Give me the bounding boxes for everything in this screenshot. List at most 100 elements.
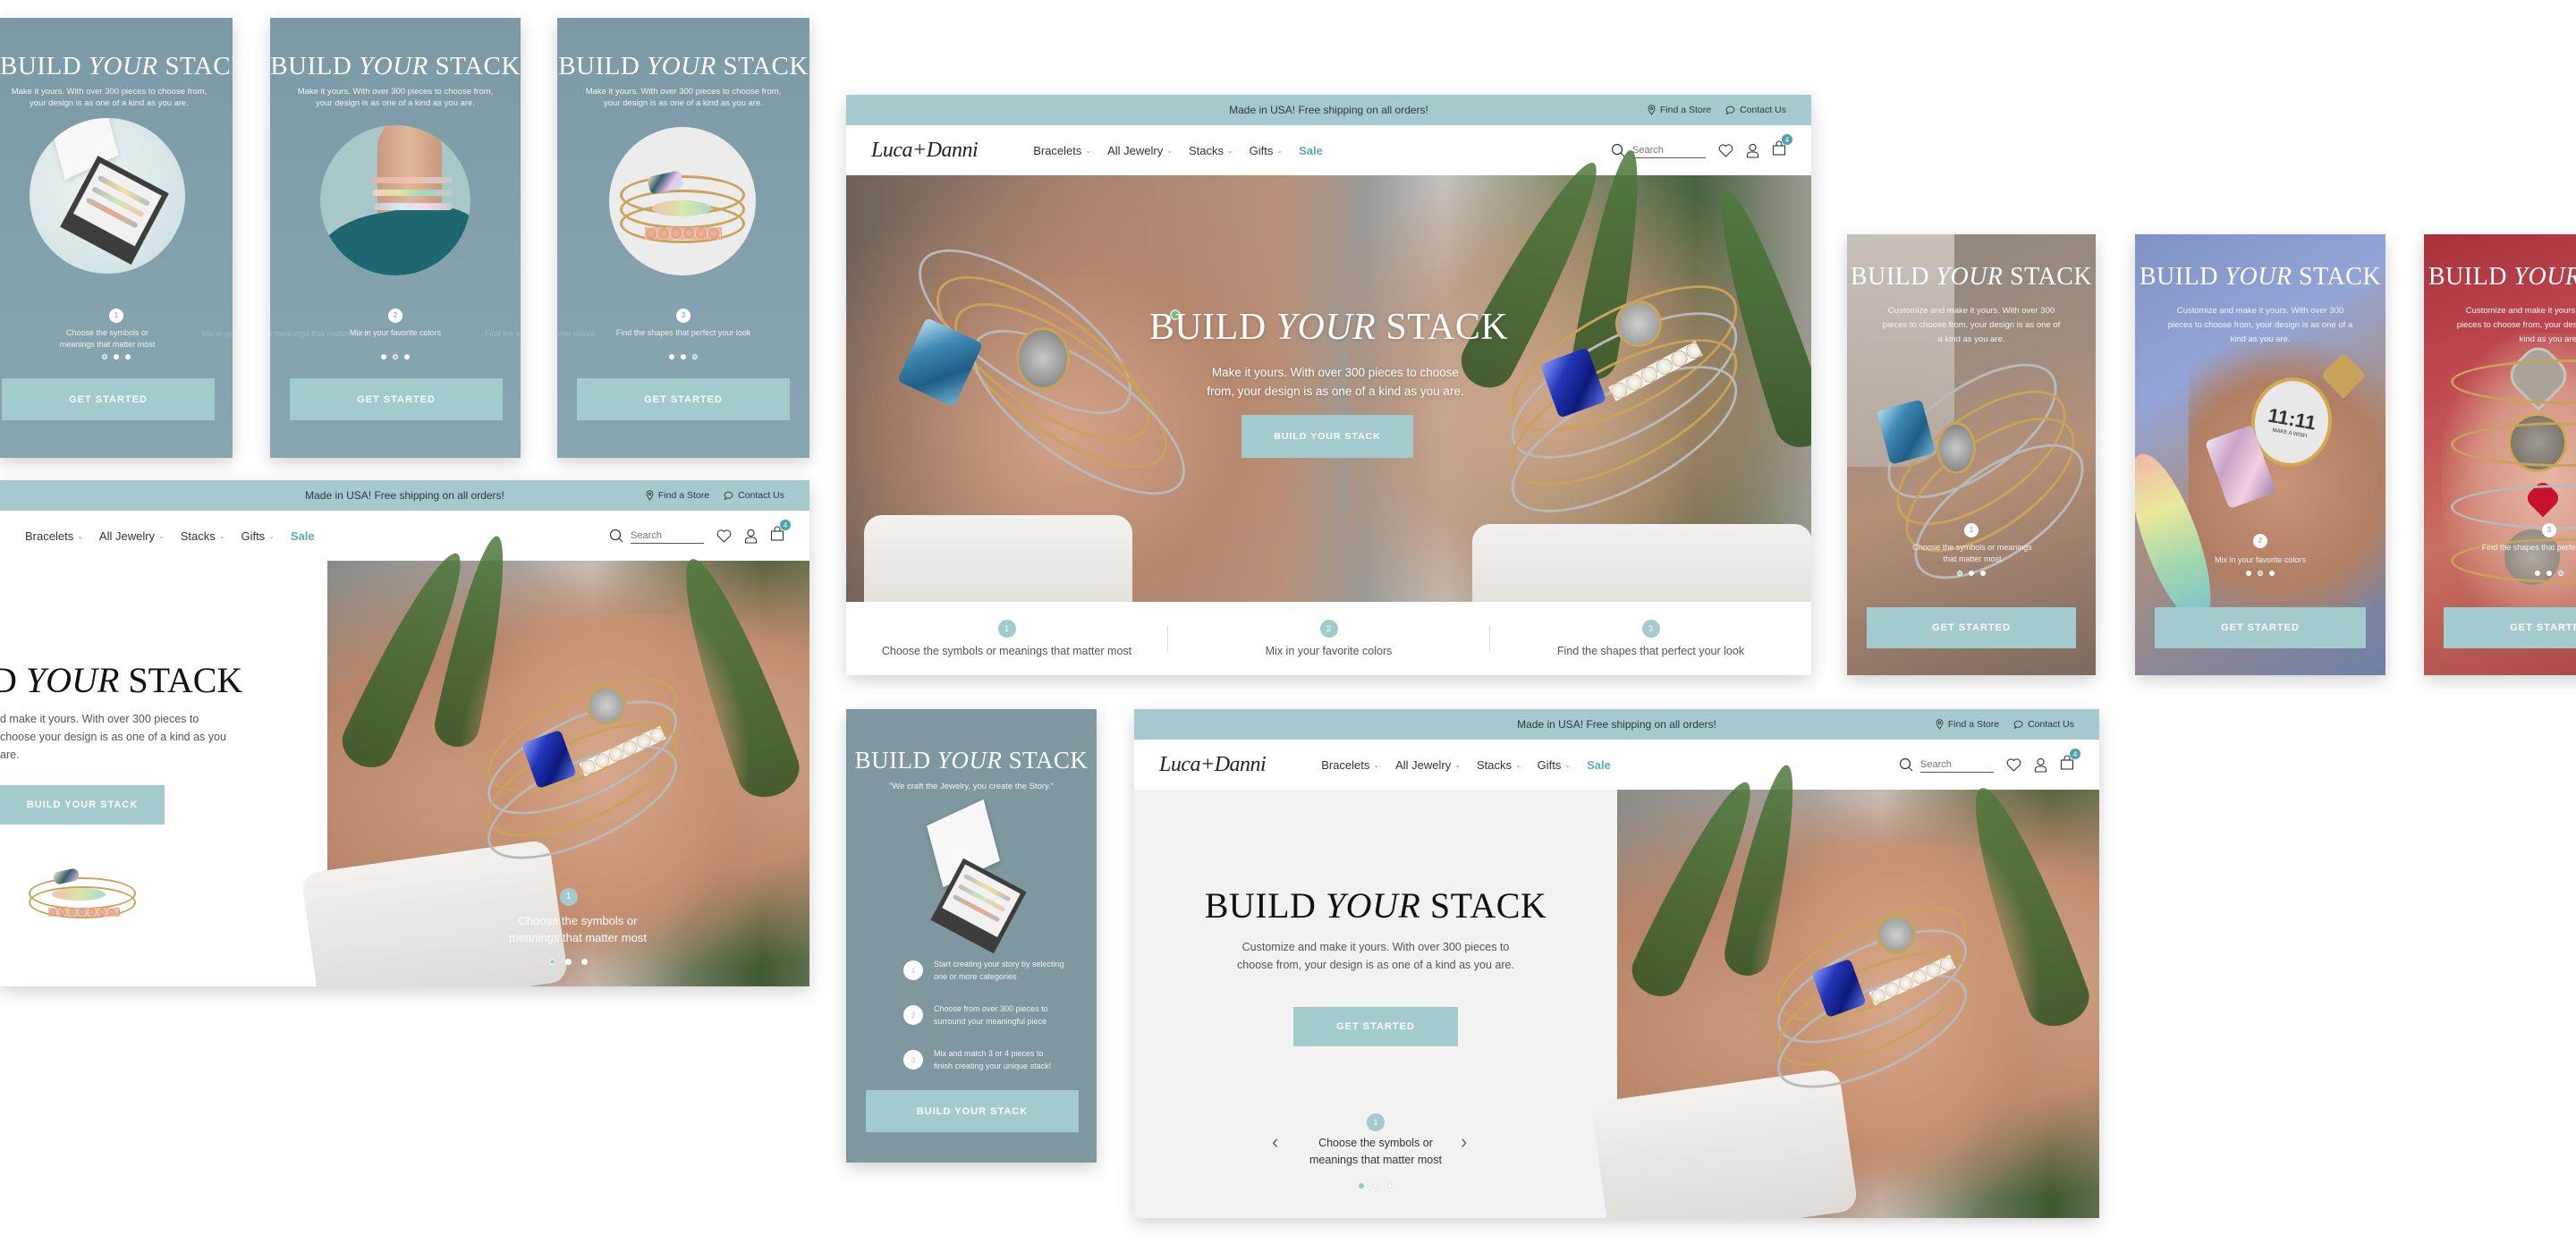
step-number: 1 — [1367, 1113, 1385, 1131]
step-number: 2 — [2253, 533, 2267, 548]
nav-item-stacks[interactable]: Stacks ⌄ — [1477, 758, 1521, 772]
brand-logo[interactable]: Luca+Danni — [871, 139, 979, 163]
carousel-dot-2[interactable] — [2258, 571, 2263, 576]
nav-item-stacks[interactable]: Stacks ⌄ — [181, 529, 225, 543]
user-icon[interactable] — [1746, 143, 1759, 158]
carousel-dot-1[interactable] — [102, 354, 107, 360]
step-text: Find the shapes that perfect your look — [615, 328, 751, 337]
carousel-dot-1[interactable] — [2246, 571, 2251, 576]
carousel-dot-2[interactable] — [393, 354, 398, 360]
carousel-dot-1[interactable] — [669, 354, 674, 360]
step-number: 1 — [997, 620, 1016, 638]
chevron-down-icon: ⌄ — [1276, 146, 1284, 155]
chevron-down-icon: ⌄ — [1514, 760, 1521, 769]
quote: "We craft the Jewelry, you create the St… — [888, 782, 1055, 791]
carousel-dot-2[interactable] — [565, 959, 572, 965]
carousel-dot-3[interactable] — [125, 354, 131, 360]
cart-button[interactable]: 4 — [770, 520, 791, 546]
step-text: Choose from over 300 pieces to surround … — [934, 1004, 1048, 1026]
nav-item-all-jewelry[interactable]: All Jewelry ⌄ — [1395, 758, 1461, 772]
find-store-link[interactable]: Find a Store — [1936, 719, 1999, 730]
carousel-dot-3[interactable] — [1387, 1183, 1393, 1189]
step-number: 2 — [388, 308, 402, 323]
carousel-dot-1[interactable] — [1359, 1183, 1364, 1189]
heart-icon[interactable] — [1718, 143, 1733, 157]
carousel-dot-1[interactable] — [2535, 571, 2540, 576]
search-icon[interactable] — [609, 529, 623, 543]
build-your-stack-button[interactable]: BUILD YOUR STACK — [1241, 415, 1413, 458]
next-slide-preview: Mix in your favorite colors — [201, 329, 233, 338]
search-icon[interactable] — [1899, 757, 1913, 772]
build-your-stack-button[interactable]: BUILD YOUR STACK — [0, 785, 165, 825]
carousel-dot-2[interactable] — [681, 354, 686, 360]
carousel-dot-3[interactable] — [2558, 571, 2563, 576]
main-navbar: Luca+Danni Bracelets ⌄ All Jewelry ⌄ Stack… — [846, 125, 1811, 175]
carousel-dot-2[interactable] — [2546, 571, 2552, 576]
contact-us-link[interactable]: Contact Us — [2013, 719, 2074, 730]
carousel-dot-2[interactable] — [114, 354, 119, 360]
nav-item-all-jewelry[interactable]: All Jewelry ⌄ — [99, 529, 165, 543]
get-started-button[interactable]: GET STARTED — [577, 378, 790, 420]
get-started-button[interactable]: GET STARTED — [2444, 607, 2576, 648]
carousel-dot-1[interactable] — [549, 959, 555, 965]
nav-item-gifts[interactable]: Gifts ⌄ — [1538, 758, 1571, 772]
announcement-text: Made in USA! Free shipping on all orders… — [1229, 104, 1428, 116]
carousel-dot-1[interactable] — [381, 354, 386, 360]
nav-item-sale[interactable]: Sale — [291, 529, 315, 543]
carousel-prev-arrow[interactable]: ‹ — [1272, 1130, 1278, 1154]
contact-us-link[interactable]: Contact Us — [1725, 105, 1786, 115]
compass-charm — [1877, 915, 1916, 954]
main-nav: Bracelets ⌄ All Jewelry ⌄ Stacks ⌄ Gifts ⌄ S… — [1321, 758, 1611, 772]
find-store-link[interactable]: Find a Store — [1648, 105, 1711, 115]
carousel-dot-1[interactable] — [1957, 571, 1962, 576]
search-input[interactable] — [1632, 142, 1706, 158]
cart-button[interactable]: 4 — [2060, 749, 2080, 774]
step-number: 1 — [559, 887, 578, 906]
chevron-down-icon: ⌄ — [158, 531, 165, 540]
hero-title: BUILD YOUR STACK — [1850, 263, 2093, 291]
carousel-dot-3[interactable] — [2269, 571, 2275, 576]
step-text: Start creating your story by selecting o… — [934, 960, 1064, 981]
search-input[interactable] — [631, 528, 704, 544]
get-started-button[interactable]: GET STARTED — [1293, 1007, 1458, 1046]
map-pin-icon — [1936, 719, 1944, 730]
heart-icon[interactable] — [2006, 757, 2021, 772]
carousel-next-arrow[interactable]: › — [1461, 1130, 1467, 1154]
carousel-dot-3[interactable] — [692, 354, 698, 360]
get-started-button[interactable]: GET STARTED — [1867, 607, 2076, 648]
nav-item-all-jewelry[interactable]: All Jewelry ⌄ — [1107, 144, 1173, 157]
nav-item-sale[interactable]: Sale — [1299, 144, 1323, 157]
get-started-button[interactable]: GET STARTED — [290, 378, 503, 420]
user-icon[interactable] — [2034, 757, 2047, 773]
map-pin-icon — [646, 490, 654, 501]
get-started-button[interactable]: GET STARTED — [2, 378, 215, 420]
build-your-stack-button[interactable]: BUILD YOUR STACK — [866, 1090, 1079, 1132]
nav-item-bracelets[interactable]: Bracelets ⌄ — [1321, 758, 1379, 772]
search-input[interactable] — [1920, 757, 1994, 773]
brand-logo[interactable]: Luca+Danni — [1159, 753, 1267, 777]
mobile-screen-photo-step-2: 11:11 MAKE A WISH BUILD YOUR STACK Custo… — [2135, 234, 2385, 675]
nav-item-stacks[interactable]: Stacks ⌄ — [1189, 144, 1233, 157]
nav-item-sale[interactable]: Sale — [1587, 758, 1611, 772]
carousel-dot-2[interactable] — [1969, 571, 1974, 576]
step-text: Choose the symbols or meanings that matt… — [881, 645, 1132, 657]
contact-us-link[interactable]: Contact Us — [724, 490, 784, 501]
cart-button[interactable]: 4 — [1772, 134, 1792, 160]
user-icon[interactable] — [744, 529, 758, 544]
heart-icon[interactable] — [716, 529, 732, 543]
nav-item-gifts[interactable]: Gifts ⌄ — [1250, 144, 1283, 157]
carousel-dot-2[interactable] — [1373, 1183, 1378, 1189]
step-number: 3 — [676, 308, 691, 323]
find-store-link[interactable]: Find a Store — [646, 490, 709, 501]
mobile-screen-photo-step-1: BUILD YOUR STACK Customize and make it y… — [1847, 234, 2096, 675]
carousel-dot-3[interactable] — [581, 959, 588, 965]
search-icon[interactable] — [1611, 143, 1625, 157]
nav-item-bracelets[interactable]: Bracelets ⌄ — [1033, 144, 1091, 157]
carousel-dot-3[interactable] — [1980, 571, 1986, 576]
nav-item-bracelets[interactable]: Bracelets ⌄ — [25, 529, 83, 543]
announcement-bar: Made in USA! Free shipping on all orders… — [0, 480, 809, 511]
get-started-button[interactable]: GET STARTED — [2155, 607, 2366, 648]
carousel-dot-3[interactable] — [404, 354, 410, 360]
nav-item-gifts[interactable]: Gifts ⌄ — [241, 529, 274, 543]
cart-count-badge: 4 — [1782, 134, 1792, 145]
